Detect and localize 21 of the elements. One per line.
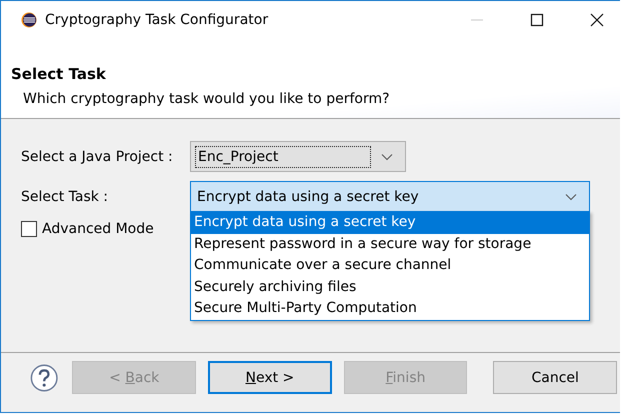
page-title: Select Task xyxy=(11,65,107,83)
project-label: Select a Java Project : xyxy=(21,148,174,164)
dropdown-option[interactable]: Encrypt data using a secret key xyxy=(191,212,589,234)
project-dropdown[interactable]: Enc_Project xyxy=(190,141,406,172)
task-label: Select Task : xyxy=(21,188,110,204)
chevron-icon xyxy=(381,152,393,160)
checkbox[interactable] xyxy=(21,221,37,237)
dropdown-option[interactable]: Communicate over a secure channel xyxy=(191,255,589,277)
dialog-button[interactable]: Next > xyxy=(208,361,332,394)
help-icon[interactable] xyxy=(30,362,58,392)
close-icon[interactable] xyxy=(590,13,604,27)
page-description: Which cryptography task would you like to perform? xyxy=(23,91,391,107)
eclipse-icon xyxy=(21,12,37,28)
chevron-icon xyxy=(565,192,577,200)
dialog-button[interactable]: Cancel xyxy=(493,361,618,394)
dropdown-option[interactable]: Securely archiving files xyxy=(191,276,589,298)
maximize-icon[interactable] xyxy=(530,13,544,27)
checkbox-label: Advanced Mode xyxy=(42,221,154,237)
dropdown-option[interactable]: Secure Multi-Party Computation xyxy=(191,298,589,320)
window-title: Cryptography Task Configurator xyxy=(45,12,268,28)
dropdown-option[interactable]: Represent password in a secure way for storage xyxy=(191,234,589,256)
